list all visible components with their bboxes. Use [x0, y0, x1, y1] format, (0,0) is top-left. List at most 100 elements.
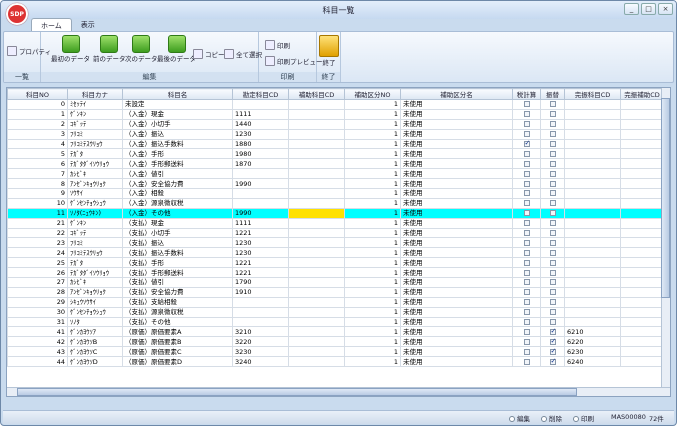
- row-account-cd-cell[interactable]: 1221: [232, 267, 289, 279]
- row-kana-cell[interactable]: ﾌﾘｺﾐ: [67, 237, 123, 249]
- table-row[interactable]: 3 ﾌﾘｺﾐ （入金）振込 1230 1 未使用: [7, 128, 664, 140]
- row-kana-cell[interactable]: ｺｷﾞｯﾃ: [67, 118, 123, 130]
- tax-calc-checkbox[interactable]: [523, 358, 530, 365]
- row-completion-sub-cd-cell[interactable]: [620, 346, 664, 358]
- row-account-cd-cell[interactable]: [232, 316, 289, 328]
- maximize-button[interactable]: □: [641, 3, 656, 15]
- row-account-cd-cell[interactable]: 1440: [232, 118, 289, 130]
- row-completion-sub-cd-cell[interactable]: [620, 188, 664, 199]
- tax-calc-checkbox[interactable]: [523, 259, 530, 266]
- row-completion-account-cd-cell[interactable]: [564, 306, 621, 318]
- transfer-checkbox[interactable]: [549, 160, 556, 167]
- row-name-cell[interactable]: （入金）現金: [122, 108, 233, 120]
- row-no-cell[interactable]: 7: [7, 168, 68, 180]
- transfer-checkbox[interactable]: [549, 131, 556, 138]
- row-sub-account-cd-cell[interactable]: [288, 336, 345, 348]
- tax-calc-checkbox[interactable]: [523, 160, 530, 167]
- table-row[interactable]: 21 ｹﾞﾝｷﾝ （支払）現金 1111 1 未使用: [7, 217, 664, 229]
- row-sub-div-no-cell[interactable]: 1: [344, 197, 401, 209]
- row-sub-div-no-cell[interactable]: 1: [344, 286, 401, 298]
- row-sub-div-name-cell[interactable]: 未使用: [400, 296, 513, 308]
- row-account-cd-cell[interactable]: 3240: [232, 356, 289, 368]
- row-sub-div-name-cell[interactable]: 未使用: [400, 356, 513, 368]
- row-sub-div-no-cell[interactable]: 1: [344, 158, 401, 170]
- row-name-cell[interactable]: （入金）手形: [122, 148, 233, 160]
- row-sub-div-name-cell[interactable]: 未使用: [400, 118, 513, 130]
- row-kana-cell[interactable]: ﾃｶﾞﾀﾀﾞｲｿｳﾘｮｳ: [67, 158, 123, 170]
- row-completion-account-cd-cell[interactable]: [564, 158, 621, 170]
- row-kana-cell[interactable]: ｹﾞﾝｷﾝ: [67, 108, 123, 120]
- tax-calc-checkbox[interactable]: [523, 170, 530, 177]
- row-sub-account-cd-cell[interactable]: [288, 326, 345, 338]
- row-kana-cell[interactable]: ﾃｶﾞﾀ: [67, 257, 123, 269]
- select-all-button[interactable]: 全て選択: [224, 49, 262, 59]
- row-name-cell[interactable]: （支払）安全協力費: [122, 286, 233, 298]
- row-name-cell[interactable]: （入金）振込手数料: [122, 138, 233, 150]
- row-name-cell[interactable]: （入金）値引: [122, 168, 233, 180]
- row-completion-sub-cd-cell[interactable]: [620, 128, 664, 140]
- tax-calc-checkbox[interactable]: [523, 289, 530, 296]
- row-sub-div-name-cell[interactable]: 未使用: [400, 158, 513, 170]
- row-no-cell[interactable]: 44: [7, 356, 68, 368]
- table-row[interactable]: 6 ﾃｶﾞﾀﾀﾞｲｿｳﾘｮｳ （入金）手形郵送料 1870 1 未使用: [7, 158, 664, 170]
- row-sub-account-cd-cell[interactable]: [288, 277, 345, 288]
- tab-view[interactable]: 表示: [72, 18, 104, 32]
- row-sub-div-no-cell[interactable]: 1: [344, 108, 401, 120]
- row-sub-div-no-cell[interactable]: 1: [344, 99, 401, 110]
- row-no-cell[interactable]: 23: [7, 237, 68, 249]
- row-kana-cell[interactable]: ｿﾉﾀ(ﾆｭｳｷﾝ): [67, 207, 123, 219]
- print-button[interactable]: 印刷: [265, 40, 290, 50]
- tax-calc-checkbox[interactable]: [523, 140, 530, 147]
- row-no-cell[interactable]: 22: [7, 227, 68, 239]
- table-row[interactable]: 27 ｶｼﾋﾞｷ （支払）値引 1790 1 未使用: [7, 277, 664, 288]
- col-header[interactable]: 科目カナ: [67, 88, 123, 100]
- row-completion-account-cd-cell[interactable]: [564, 197, 621, 209]
- minimize-button[interactable]: _: [624, 3, 639, 15]
- table-row[interactable]: 11 ｿﾉﾀ(ﾆｭｳｷﾝ) （入金）その他 1990 1 未使用: [7, 207, 664, 219]
- row-completion-account-cd-cell[interactable]: [564, 178, 621, 190]
- col-header[interactable]: 科目名: [122, 88, 233, 100]
- row-account-cd-cell[interactable]: 3230: [232, 346, 289, 358]
- row-sub-div-no-cell[interactable]: 1: [344, 178, 401, 190]
- row-kana-cell[interactable]: ｹﾞﾝｷﾝ: [67, 217, 123, 229]
- row-account-cd-cell[interactable]: 1990: [232, 207, 289, 219]
- row-sub-div-no-cell[interactable]: 1: [344, 267, 401, 279]
- table-row[interactable]: 28 ｱﾝｾﾞﾝｷｮｳﾘｮｸ （支払）安全協力費 1910 1 未使用: [7, 286, 664, 298]
- row-completion-account-cd-cell[interactable]: [564, 227, 621, 239]
- row-no-cell[interactable]: 26: [7, 267, 68, 279]
- row-no-cell[interactable]: 24: [7, 247, 68, 259]
- row-completion-account-cd-cell[interactable]: [564, 247, 621, 259]
- row-name-cell[interactable]: （原価）原価要素A: [122, 326, 233, 338]
- row-kana-cell[interactable]: ｹﾞﾝｾﾝﾁｮｳｼｭｳ: [67, 306, 123, 318]
- row-name-cell[interactable]: （原価）原価要素B: [122, 336, 233, 348]
- row-completion-sub-cd-cell[interactable]: [620, 257, 664, 269]
- row-no-cell[interactable]: 1: [7, 108, 68, 120]
- row-no-cell[interactable]: 27: [7, 277, 68, 288]
- row-kana-cell[interactable]: ﾌﾘｺﾐﾃｽｳﾘｮｳ: [67, 247, 123, 259]
- row-sub-div-name-cell[interactable]: 未使用: [400, 326, 513, 338]
- row-account-cd-cell[interactable]: 1230: [232, 128, 289, 140]
- tax-calc-checkbox[interactable]: [523, 131, 530, 138]
- row-completion-account-cd-cell[interactable]: [564, 217, 621, 229]
- row-no-cell[interactable]: 2: [7, 118, 68, 130]
- row-sub-account-cd-cell[interactable]: [288, 138, 345, 150]
- prev-data-button[interactable]: 前のデータ: [93, 35, 126, 63]
- col-header[interactable]: 完振科目CD: [564, 88, 621, 100]
- row-sub-account-cd-cell[interactable]: [288, 207, 345, 219]
- print-preview-button[interactable]: 印刷プレビュー: [265, 56, 323, 66]
- row-completion-account-cd-cell[interactable]: [564, 237, 621, 249]
- row-kana-cell[interactable]: ｹﾞﾝｶﾖｳｿD: [67, 356, 123, 368]
- row-name-cell[interactable]: （支払）振込手数料: [122, 247, 233, 259]
- row-name-cell[interactable]: （支払）現金: [122, 217, 233, 229]
- table-row[interactable]: 10 ｹﾞﾝｾﾝﾁｮｳｼｭｳ （入金）源泉徴収税 1 未使用: [7, 197, 664, 209]
- table-row[interactable]: 5 ﾃｶﾞﾀ （入金）手形 1980 1 未使用: [7, 148, 664, 160]
- row-completion-account-cd-cell[interactable]: [564, 168, 621, 180]
- transfer-checkbox[interactable]: [549, 299, 556, 306]
- row-completion-sub-cd-cell[interactable]: [620, 296, 664, 308]
- table-row[interactable]: 24 ﾌﾘｺﾐﾃｽｳﾘｮｳ （支払）振込手数料 1230 1 未使用: [7, 247, 664, 259]
- row-completion-sub-cd-cell[interactable]: [620, 197, 664, 209]
- row-completion-account-cd-cell[interactable]: [564, 257, 621, 269]
- transfer-checkbox[interactable]: [549, 220, 556, 227]
- row-account-cd-cell[interactable]: 1990: [232, 178, 289, 190]
- row-sub-div-name-cell[interactable]: 未使用: [400, 277, 513, 288]
